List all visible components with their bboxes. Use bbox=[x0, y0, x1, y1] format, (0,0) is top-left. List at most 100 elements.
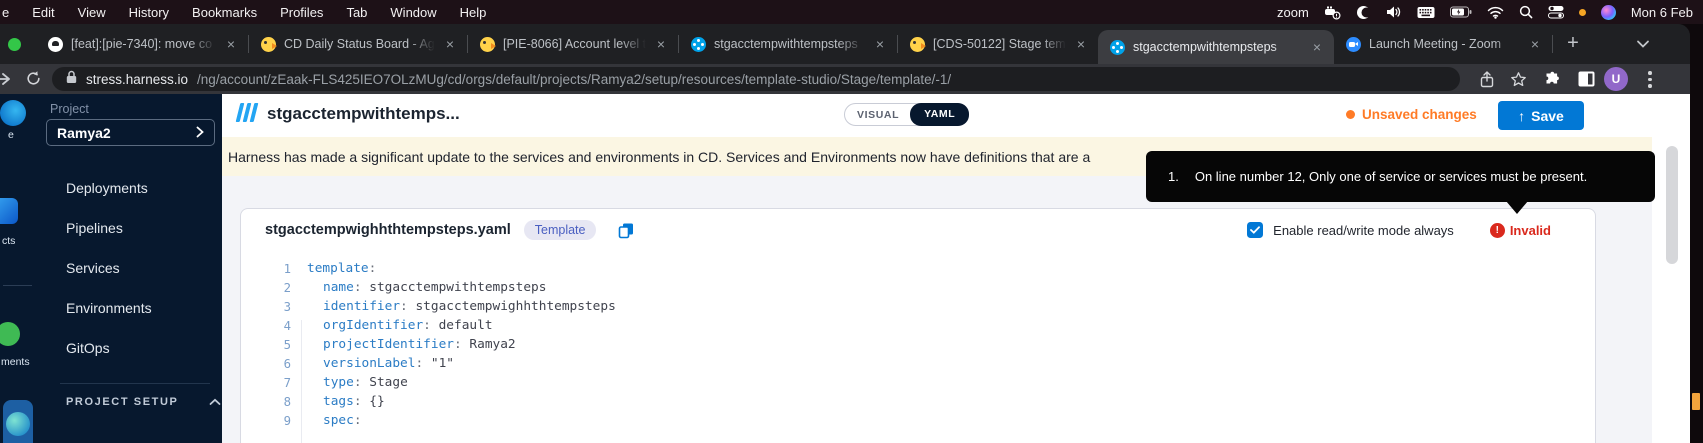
save-button[interactable]: ↑Save bbox=[1498, 101, 1584, 130]
line-content: orgIdentifier: default bbox=[307, 318, 493, 333]
code-line-5[interactable]: 5 projectIdentifier: Ramya2 bbox=[241, 335, 1595, 354]
sidebar-item-environments[interactable]: Environments bbox=[66, 288, 216, 328]
module-projects-icon[interactable] bbox=[0, 198, 18, 224]
tab-title: Launch Meeting - Zoom bbox=[1369, 37, 1520, 51]
menu-item-view[interactable]: View bbox=[78, 5, 106, 20]
unsaved-dot bbox=[1346, 110, 1355, 119]
module-cd-icon bbox=[6, 412, 30, 436]
forward-icon[interactable] bbox=[0, 70, 13, 93]
tab-title: [CDS-50122] Stage templa bbox=[933, 37, 1066, 51]
module-deployments-label[interactable]: ments bbox=[1, 356, 30, 368]
module-selected-tile[interactable] bbox=[3, 400, 33, 443]
copy-icon[interactable] bbox=[618, 222, 635, 239]
macos-menu-bar: e Edit View History Bookmarks Profiles Tab Wind… bbox=[0, 0, 1703, 24]
line-content: projectIdentifier: Ramya2 bbox=[307, 337, 516, 352]
readwrite-checkbox-label[interactable]: Enable read/write mode always bbox=[1273, 223, 1454, 238]
code-line-6[interactable]: 6versionLabel: "1" bbox=[241, 354, 1595, 373]
scrollbar-thumb[interactable] bbox=[1666, 146, 1678, 264]
line-content: type: Stage bbox=[307, 375, 408, 390]
bookmark-star-icon[interactable] bbox=[1510, 71, 1527, 93]
tab-title: stgacctempwithtempsteps bbox=[714, 37, 865, 51]
yaml-editor-card: stgacctempwighhthtempsteps.yaml Template… bbox=[240, 208, 1596, 443]
tab-close-icon[interactable]: × bbox=[443, 36, 457, 52]
menu-item-history[interactable]: History bbox=[129, 5, 169, 20]
zoomapp-favicon-icon bbox=[1346, 37, 1361, 52]
menu-item-window[interactable]: Window bbox=[390, 5, 436, 20]
readwrite-checkbox[interactable] bbox=[1247, 222, 1263, 238]
project-selector[interactable]: Ramya2 bbox=[46, 119, 215, 146]
profile-avatar[interactable]: U bbox=[1604, 67, 1628, 91]
menu-item-help[interactable]: Help bbox=[460, 5, 487, 20]
tab[interactable]: CD Daily Status Board - Ag× bbox=[249, 24, 467, 64]
code-line-4[interactable]: 4orgIdentifier: default bbox=[241, 316, 1595, 335]
tab-close-icon[interactable]: × bbox=[1528, 36, 1542, 52]
sidebar-item-gitops[interactable]: GitOps bbox=[66, 328, 216, 368]
volume-icon[interactable] bbox=[1386, 5, 1402, 19]
tab-separator bbox=[1552, 35, 1553, 53]
code-line-2[interactable]: 2name: stgacctempwithtempsteps bbox=[241, 278, 1595, 297]
menu-item-tab[interactable]: Tab bbox=[346, 5, 367, 20]
sidebar-item-pipelines[interactable]: Pipelines bbox=[66, 208, 216, 248]
menu-item-e[interactable]: e bbox=[2, 5, 9, 20]
bird-favicon-icon bbox=[480, 37, 495, 52]
background-window-marker bbox=[1692, 393, 1700, 410]
module-nav-strip: e cts ments bbox=[0, 94, 35, 443]
tab[interactable]: stgacctempwithtempsteps × bbox=[679, 24, 897, 64]
wifi-icon[interactable] bbox=[1487, 6, 1504, 19]
menu-item-edit[interactable]: Edit bbox=[32, 5, 54, 20]
control-center-icon[interactable] bbox=[1548, 5, 1564, 19]
reload-icon[interactable] bbox=[25, 70, 42, 92]
tab-close-icon[interactable]: × bbox=[224, 36, 238, 52]
code-line-3[interactable]: 3identifier: stgacctempwighhthtempsteps bbox=[241, 297, 1595, 316]
module-projects-label[interactable]: cts bbox=[2, 235, 15, 247]
tab-close-icon[interactable]: × bbox=[1074, 36, 1088, 52]
lock-icon[interactable] bbox=[66, 70, 77, 89]
code-line-9[interactable]: 9spec: bbox=[241, 411, 1595, 430]
sidebar-item-deployments[interactable]: Deployments bbox=[66, 168, 216, 208]
toggle-yaml[interactable]: YAML bbox=[910, 103, 969, 126]
yaml-code-editor[interactable]: 1template:2name: stgacctempwithtempsteps… bbox=[241, 251, 1595, 443]
tab-title: [feat]:[pie-7340]: move co bbox=[71, 37, 216, 51]
tab-active[interactable]: stgacctempwithtempsteps× bbox=[1098, 30, 1334, 64]
extensions-puzzle-icon[interactable] bbox=[1544, 71, 1561, 93]
desktop-edge-strip bbox=[1690, 24, 1703, 443]
tab-close-icon[interactable]: × bbox=[873, 36, 887, 52]
side-panel-icon[interactable] bbox=[1578, 71, 1595, 92]
menu-bar-clock[interactable]: Mon 6 Feb bbox=[1631, 5, 1693, 20]
unsaved-changes-badge: Unsaved changes bbox=[1346, 107, 1477, 122]
tab-close-icon[interactable]: × bbox=[654, 36, 668, 52]
url-path: /ng/account/zEaak-FLS425IEO7OLzMUg/cd/or… bbox=[197, 72, 951, 87]
traffic-light-green[interactable] bbox=[8, 38, 21, 51]
tab-search-chevron-icon[interactable] bbox=[1636, 36, 1650, 54]
tab[interactable]: [PIE-8066] Account level t× bbox=[468, 24, 678, 64]
visual-yaml-toggle[interactable]: VISUAL YAML bbox=[844, 103, 969, 126]
share-icon[interactable] bbox=[1479, 71, 1495, 93]
line-number: 5 bbox=[241, 338, 291, 352]
template-title: stgacctempwithtemps... bbox=[267, 104, 460, 124]
crescent-icon[interactable] bbox=[1356, 5, 1371, 20]
spotlight-icon[interactable] bbox=[1519, 5, 1533, 19]
code-line-7[interactable]: 7type: Stage bbox=[241, 373, 1595, 392]
tab[interactable]: [CDS-50122] Stage templa × bbox=[898, 24, 1098, 64]
zoom-app-menu-label[interactable]: zoom bbox=[1277, 5, 1309, 20]
menu-item-profiles[interactable]: Profiles bbox=[280, 5, 323, 20]
tab-close-icon[interactable]: × bbox=[1310, 39, 1324, 55]
menu-item-bookmarks[interactable]: Bookmarks bbox=[192, 5, 257, 20]
docker-update-icon[interactable] bbox=[1324, 5, 1341, 20]
keyboard-icon[interactable] bbox=[1417, 6, 1435, 19]
tab[interactable]: [feat]:[pie-7340]: move co × bbox=[36, 24, 248, 64]
address-bar[interactable]: stress.harness.io/ng/account/zEaak-FLS42… bbox=[52, 67, 1460, 91]
code-line-8[interactable]: 8tags: {} bbox=[241, 392, 1595, 411]
module-home-label[interactable]: e bbox=[8, 129, 14, 141]
module-deployments-icon[interactable] bbox=[0, 322, 20, 346]
browser-menu-kebab-icon[interactable] bbox=[1648, 71, 1652, 91]
sidebar-section-project-setup[interactable]: PROJECT SETUP bbox=[66, 396, 226, 408]
module-home-icon[interactable] bbox=[0, 100, 26, 126]
siri-icon[interactable] bbox=[1601, 5, 1616, 20]
code-line-1[interactable]: 1template: bbox=[241, 259, 1595, 278]
new-tab-button[interactable]: + bbox=[1560, 31, 1586, 57]
sidebar-item-services[interactable]: Services bbox=[66, 248, 216, 288]
toggle-visual[interactable]: VISUAL bbox=[845, 109, 911, 121]
tab[interactable]: Launch Meeting - Zoom × bbox=[1334, 24, 1552, 64]
invalid-status-badge[interactable]: !Invalid bbox=[1490, 223, 1551, 238]
